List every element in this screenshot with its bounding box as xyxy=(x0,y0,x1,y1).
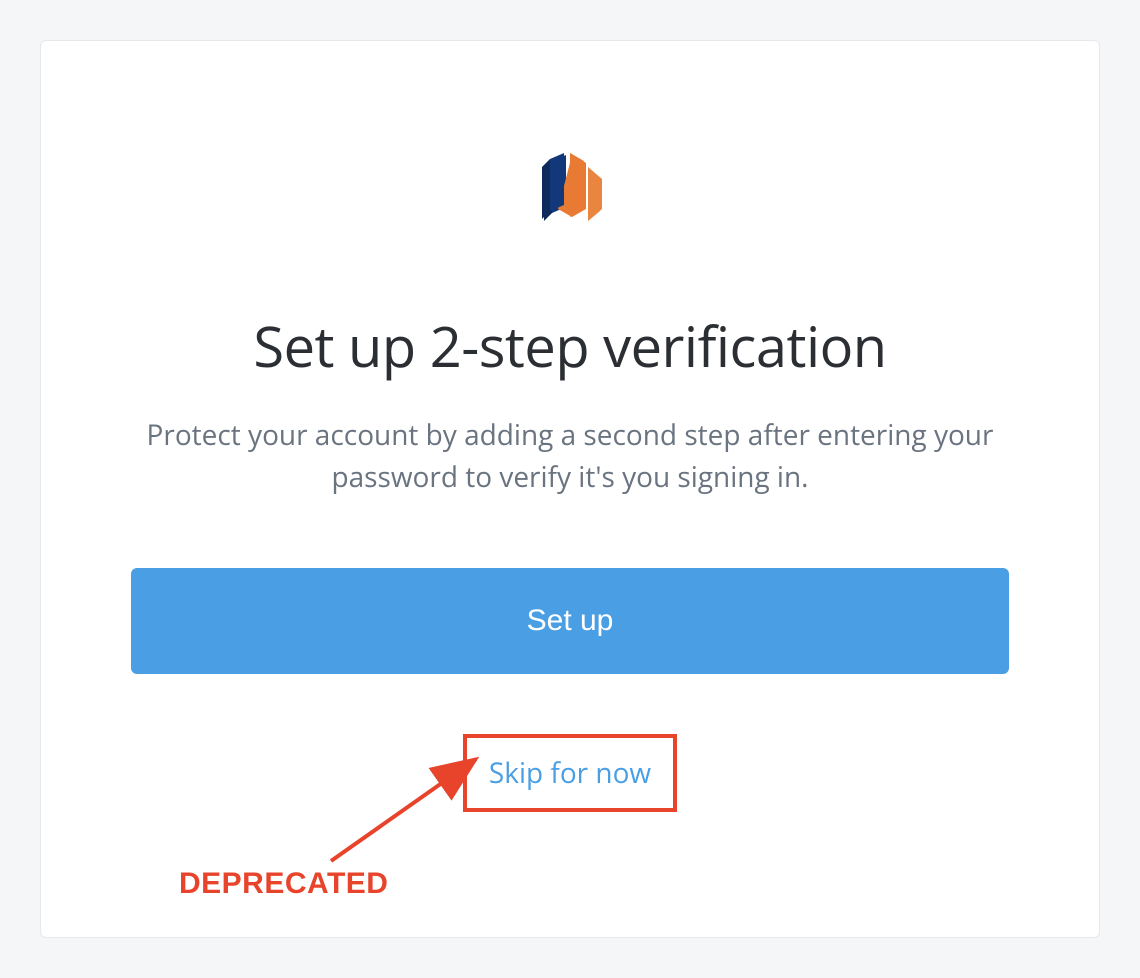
skip-container: Skip for now xyxy=(463,734,677,812)
skip-button[interactable]: Skip for now xyxy=(463,734,677,812)
setup-card: Set up 2-step verification Protect your … xyxy=(40,40,1100,938)
deprecated-annotation: DEPRECATED xyxy=(179,867,388,901)
setup-button[interactable]: Set up xyxy=(131,568,1009,674)
page-title: Set up 2-step verification xyxy=(131,308,1009,384)
brand-logo-icon xyxy=(532,151,608,248)
page-subtitle: Protect your account by adding a second … xyxy=(131,414,1009,498)
annotation-label: DEPRECATED xyxy=(179,867,388,901)
